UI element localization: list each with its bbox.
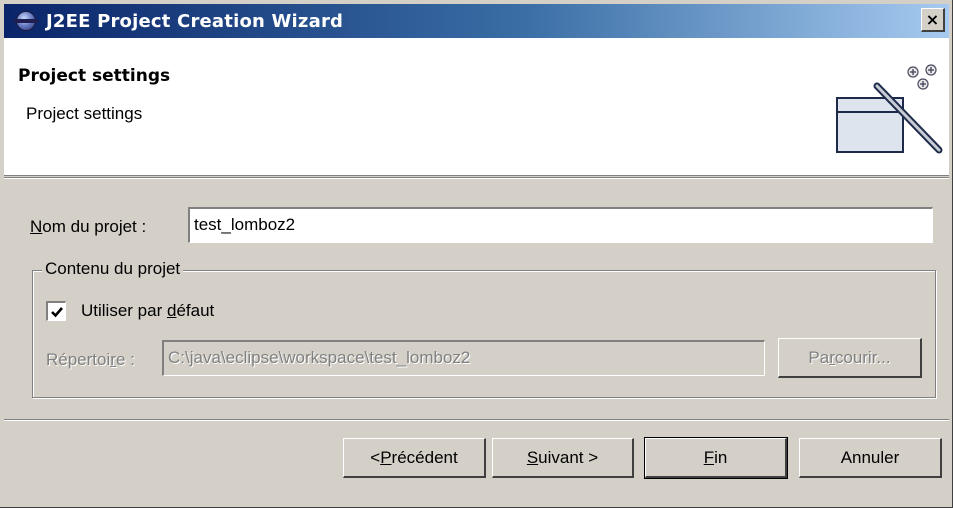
- finish-button[interactable]: Fin: [644, 437, 788, 479]
- checkmark-icon: [50, 306, 63, 317]
- cancel-button[interactable]: Annuler: [799, 438, 942, 478]
- new-project-wizard-icon: [836, 64, 943, 154]
- wizard-window: J2EE Project Creation Wizard × Project s…: [0, 0, 953, 508]
- footer-separator: [4, 419, 949, 421]
- eclipse-globe-icon: [14, 10, 38, 32]
- page-title: Project settings: [18, 66, 171, 86]
- project-name-label: Nom du projet :: [30, 217, 147, 236]
- header-separator: [4, 177, 949, 179]
- directory-label: Répertoire :: [46, 350, 135, 369]
- page-description: Project settings: [26, 104, 143, 123]
- next-button[interactable]: Suivant >: [492, 438, 634, 478]
- use-default-checkbox[interactable]: [46, 301, 66, 321]
- project-name-input[interactable]: test_lomboz2: [188, 207, 933, 243]
- browse-button[interactable]: Pa r courir...: [778, 338, 922, 378]
- project-contents-group-label: Contenu du projet: [42, 259, 184, 279]
- directory-input[interactable]: C:\java\eclipse\workspace\test_lomboz2: [162, 340, 765, 376]
- project-contents-group: [32, 270, 936, 398]
- close-button[interactable]: ×: [921, 8, 945, 32]
- window-title: J2EE Project Creation Wizard: [46, 10, 344, 32]
- use-default-label[interactable]: Utiliser par défaut: [81, 301, 214, 321]
- back-button[interactable]: < Précédent: [343, 438, 486, 478]
- title-bar[interactable]: J2EE Project Creation Wizard ×: [4, 4, 949, 38]
- wizard-header: Project settings Project settings: [4, 38, 949, 176]
